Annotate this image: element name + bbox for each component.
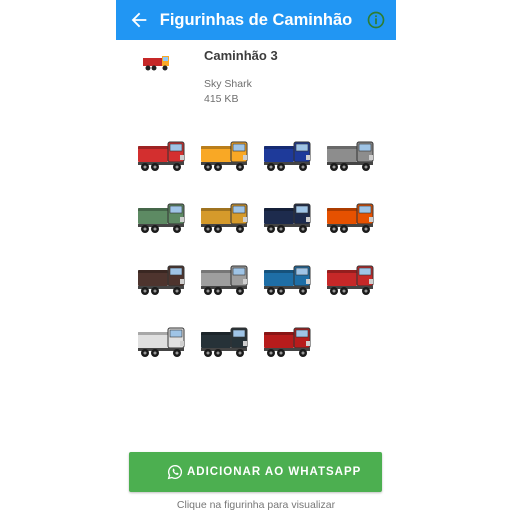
info-circle-icon[interactable]	[366, 10, 386, 30]
sticker-3[interactable]	[262, 132, 314, 176]
truck-icon	[327, 141, 374, 171]
page-title: Figurinhas de Caminhão	[159, 11, 353, 29]
truck-icon	[201, 265, 248, 295]
sticker-14[interactable]	[199, 318, 251, 362]
truck-icon	[264, 327, 311, 357]
pack-size: 415 KB	[204, 93, 239, 105]
sticker-15[interactable]	[262, 318, 314, 362]
sticker-1[interactable]	[136, 132, 188, 176]
sticker-4[interactable]	[325, 132, 377, 176]
app-bar: Figurinhas de Caminhão	[116, 0, 396, 40]
pack-info: Caminhão 3 Sky Shark 415 KB	[138, 46, 388, 106]
truck-icon	[201, 203, 248, 233]
truck-icon	[327, 203, 374, 233]
sticker-8[interactable]	[325, 194, 377, 238]
sticker-12[interactable]	[325, 256, 377, 300]
truck-icon	[264, 203, 311, 233]
sticker-13[interactable]	[136, 318, 188, 362]
truck-icon	[138, 141, 185, 171]
sticker-7[interactable]	[262, 194, 314, 238]
truck-icon	[138, 203, 185, 233]
truck-icon	[264, 265, 311, 295]
sticker-10[interactable]	[199, 256, 251, 300]
truck-icon	[327, 265, 374, 295]
truck-icon	[138, 327, 185, 357]
pack-author: Sky Shark	[204, 78, 252, 90]
truck-icon	[138, 265, 185, 295]
sticker-9[interactable]	[136, 256, 188, 300]
pack-tray-icon	[143, 56, 169, 71]
sticker-2[interactable]	[199, 132, 251, 176]
arrow-left-icon[interactable]	[128, 9, 150, 31]
whatsapp-icon	[167, 464, 183, 480]
truck-icon	[201, 327, 248, 357]
hint-text: Clique na figurinha para visualizar	[176, 499, 336, 511]
sticker-5[interactable]	[136, 194, 188, 238]
add-to-whatsapp-button[interactable]: ADICIONAR AO WHATSAPP	[129, 452, 382, 492]
pack-name: Caminhão 3	[204, 48, 278, 63]
truck-icon	[264, 141, 311, 171]
truck-icon	[201, 141, 248, 171]
sticker-11[interactable]	[262, 256, 314, 300]
sticker-6[interactable]	[199, 194, 251, 238]
sticker-pack-screen: Figurinhas de Caminhão Caminhão 3 Sky Sh…	[116, 0, 396, 512]
add-to-whatsapp-label: ADICIONAR AO WHATSAPP	[187, 466, 362, 478]
